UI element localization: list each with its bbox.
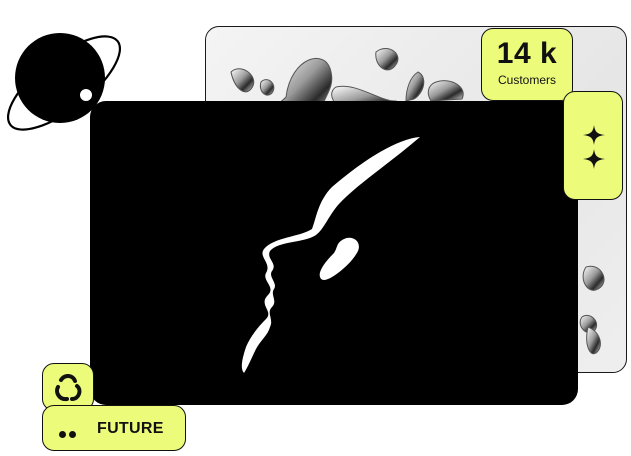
future-badge: FUTURE — [42, 405, 186, 451]
face-silhouette — [241, 137, 420, 373]
future-label: FUTURE — [97, 420, 164, 437]
stat-label: Customers — [497, 73, 556, 87]
hero-image-card — [90, 101, 578, 405]
sparkle-icon — [583, 125, 605, 169]
loop-icon — [55, 374, 82, 402]
customers-stat-card: 14 k Customers — [481, 28, 573, 101]
planet-icon — [6, 33, 122, 131]
loop-badge — [42, 363, 94, 411]
sparkle-card — [563, 91, 623, 200]
stat-value: 14 k — [496, 37, 558, 70]
dots-icon — [59, 425, 79, 443]
